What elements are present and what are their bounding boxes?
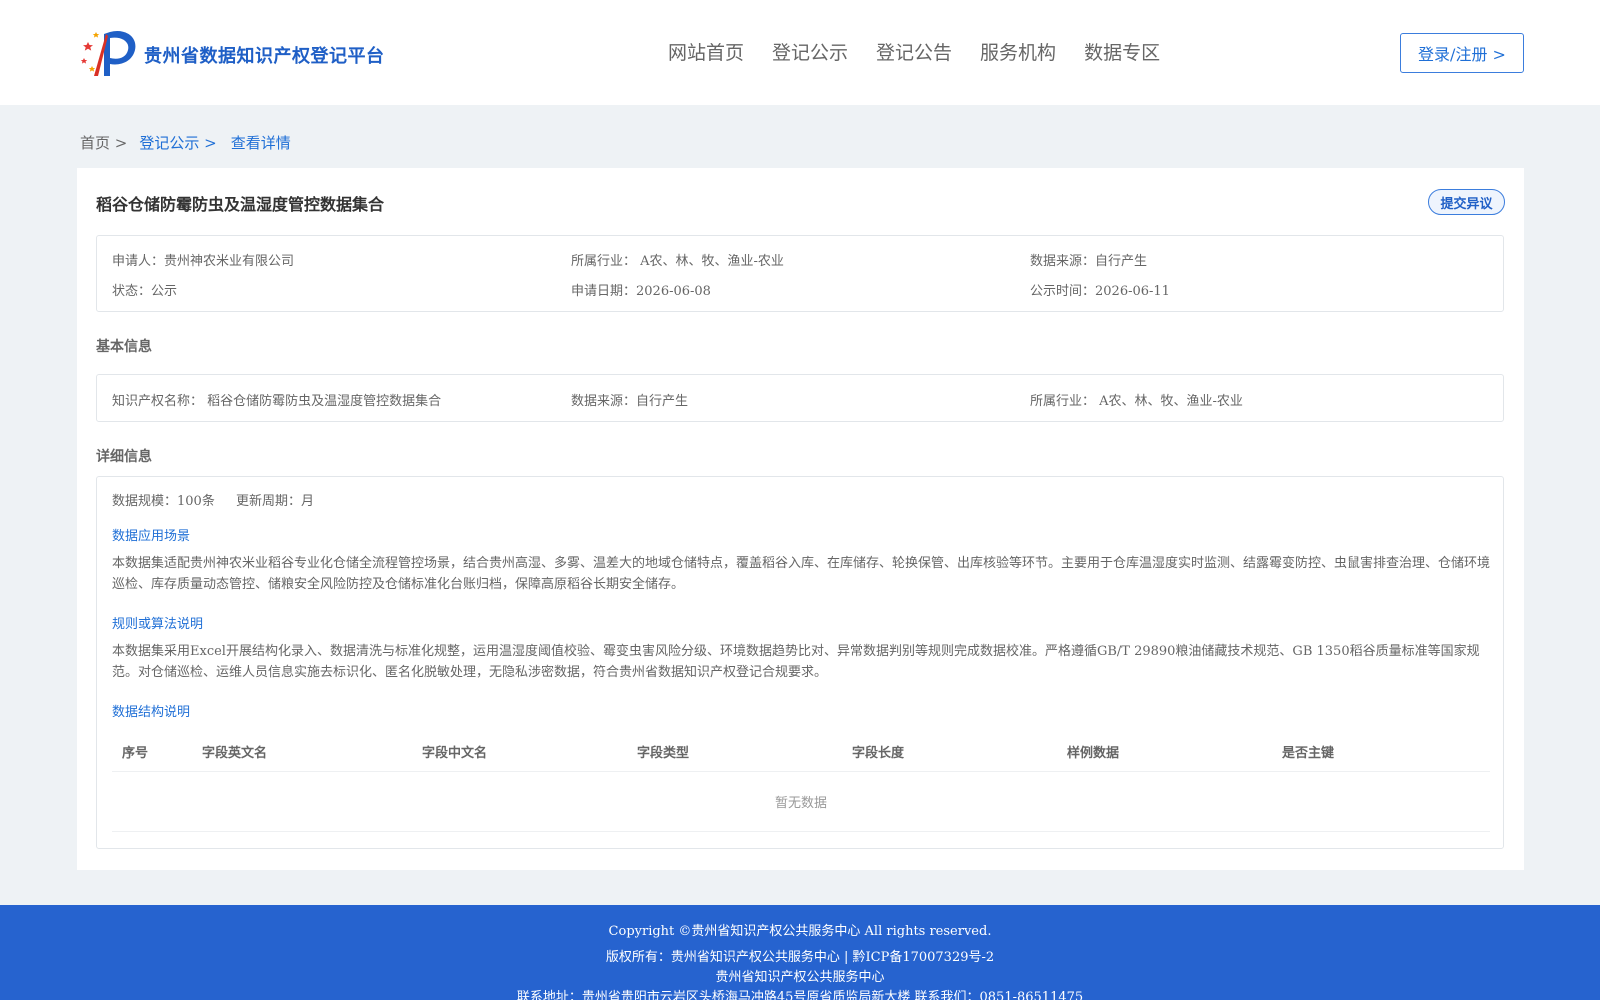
scenario-text: 本数据集适配贵州神农米业稻谷专业化仓储全流程管控场景，结合贵州高湿、多雾、温差大… bbox=[112, 556, 1491, 592]
nav-registration-announcement[interactable]: 登记公告 bbox=[876, 38, 952, 65]
col-en-name: 字段英文名 bbox=[202, 746, 268, 761]
industry-field: 所属行业： A农、林、牧、渔业-农业 bbox=[571, 254, 784, 269]
nav-registration-publicity[interactable]: 登记公示 bbox=[772, 38, 848, 65]
col-type: 字段类型 bbox=[637, 746, 690, 761]
summary-panel: 申请人：贵州神农米业有限公司 所属行业： A农、林、牧、渔业-农业 数据来源：自… bbox=[96, 235, 1504, 312]
footer-copyright: Copyright ©贵州省知识产权公共服务中心 All rights rese… bbox=[608, 924, 992, 939]
structure-table-header: 序号 字段英文名 字段中文名 字段类型 字段长度 样例数据 是否主键 bbox=[112, 732, 1490, 772]
footer-owner: 版权所有：贵州省知识产权公共服务中心 | 黔ICP备17007329号-2 bbox=[605, 950, 995, 965]
col-primary-key: 是否主键 bbox=[1282, 746, 1335, 761]
rules-text: 本数据集采用Excel开展结构化录入、数据清洗与标准化规整，运用温湿度阈值校验、… bbox=[112, 644, 1480, 680]
footer-org: 贵州省知识产权公共服务中心 bbox=[715, 970, 885, 985]
breadcrumb: 首页 > 登记公示 > 查看详情 bbox=[80, 132, 291, 153]
scenario-heading: 数据应用场景 bbox=[112, 529, 191, 544]
data-source-field: 数据来源：自行产生 bbox=[1030, 254, 1148, 269]
breadcrumb-section[interactable]: 登记公示 > bbox=[139, 132, 216, 153]
site-title[interactable]: 贵州省数据知识产权登记平台 bbox=[144, 42, 385, 68]
basic-info-panel: 知识产权名称： 稻谷仓储防霉防虫及温湿度管控数据集合 数据来源：自行产生 所属行… bbox=[96, 374, 1504, 422]
basic-industry-field: 所属行业： A农、林、牧、渔业-农业 bbox=[1030, 394, 1243, 409]
ip-name-field: 知识产权名称： 稻谷仓储防霉防虫及温湿度管控数据集合 bbox=[112, 394, 442, 409]
structure-heading: 数据结构说明 bbox=[112, 705, 191, 720]
nav-data-zone[interactable]: 数据专区 bbox=[1084, 38, 1160, 65]
publish-time-field: 公示时间：2026-06-11 bbox=[1030, 284, 1170, 299]
detail-card: 稻谷仓储防霉防虫及温湿度管控数据集合 提交异议 申请人：贵州神农米业有限公司 所… bbox=[77, 168, 1524, 870]
site-footer: Copyright ©贵州省知识产权公共服务中心 All rights rese… bbox=[0, 905, 1600, 1000]
submit-objection-button[interactable]: 提交异议 bbox=[1428, 189, 1505, 215]
detail-info-heading: 详细信息 bbox=[96, 449, 152, 465]
detail-info-panel: 数据规模：100条 更新周期：月 数据应用场景 本数据集适配贵州神农米业稻谷专业… bbox=[96, 476, 1504, 849]
table-empty-state: 暂无数据 bbox=[112, 772, 1490, 832]
nav-service-agencies[interactable]: 服务机构 bbox=[980, 38, 1056, 65]
col-index: 序号 bbox=[122, 746, 149, 761]
rules-heading: 规则或算法说明 bbox=[112, 617, 204, 632]
breadcrumb-home[interactable]: 首页 > bbox=[80, 132, 127, 153]
col-cn-name: 字段中文名 bbox=[422, 746, 488, 761]
nav-home[interactable]: 网站首页 bbox=[668, 38, 744, 65]
apply-date-field: 申请日期：2026-06-08 bbox=[571, 284, 711, 299]
update-cycle-field: 更新周期：月 bbox=[236, 494, 315, 509]
login-register-button[interactable]: 登录/注册 > bbox=[1400, 33, 1524, 73]
site-header: 贵州省数据知识产权登记平台 网站首页 登记公示 登记公告 服务机构 数据专区 登… bbox=[0, 0, 1600, 105]
data-scale-field: 数据规模：100条 bbox=[112, 494, 215, 509]
platform-logo-icon[interactable] bbox=[80, 28, 138, 78]
main-nav: 网站首页 登记公示 登记公告 服务机构 数据专区 bbox=[668, 38, 1188, 65]
col-sample: 样例数据 bbox=[1067, 746, 1120, 761]
footer-contact: 联系地址：贵州省贵阳市云岩区头桥海马冲路45号原省质监局新大楼 联系我们：085… bbox=[516, 990, 1084, 1000]
basic-source-field: 数据来源：自行产生 bbox=[571, 394, 689, 409]
breadcrumb-current: 查看详情 bbox=[230, 134, 291, 152]
status-field: 状态：公示 bbox=[112, 284, 178, 299]
col-length: 字段长度 bbox=[852, 746, 905, 761]
basic-info-heading: 基本信息 bbox=[96, 339, 152, 355]
applicant-field: 申请人：贵州神农米业有限公司 bbox=[112, 254, 295, 269]
page-title: 稻谷仓储防霉防虫及温湿度管控数据集合 bbox=[96, 195, 385, 214]
